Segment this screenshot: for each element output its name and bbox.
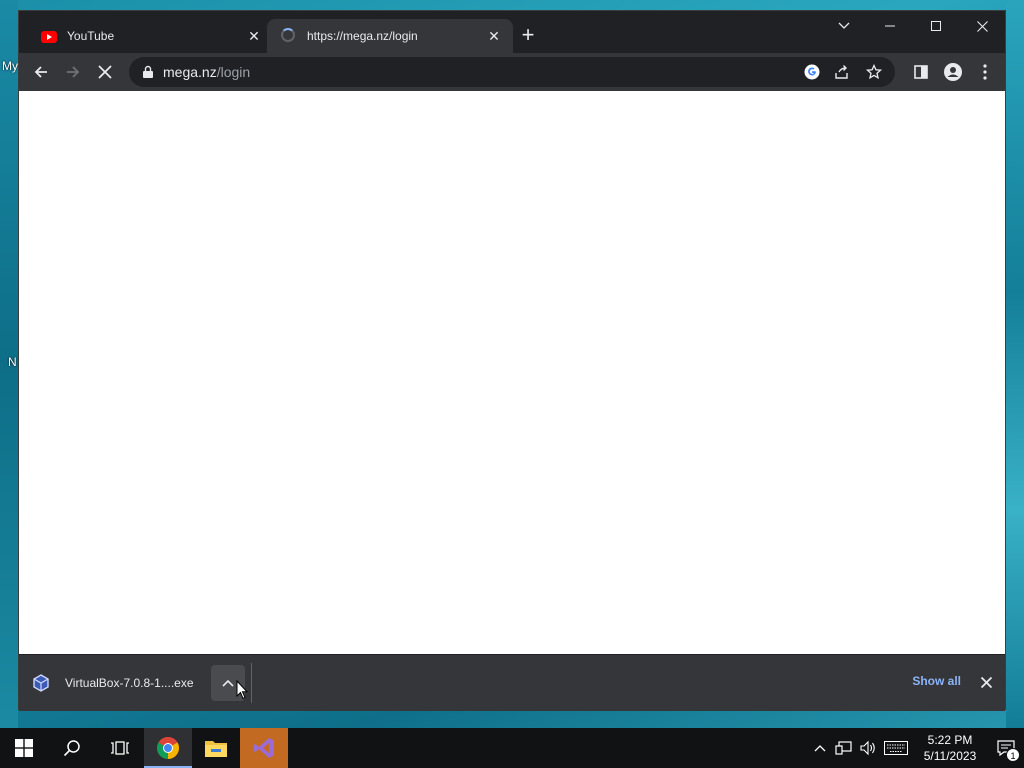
visual-studio-icon[interactable] (240, 728, 288, 768)
notification-count-badge: 1 (1006, 748, 1020, 762)
browser-toolbar: mega.nz/login (19, 53, 1005, 91)
show-hidden-icons-chevron-icon[interactable] (808, 728, 832, 768)
download-file-name: VirtualBox-7.0.8-1....exe (65, 676, 194, 690)
start-icon[interactable] (0, 728, 48, 768)
window-controls (821, 11, 1005, 41)
task-view-icon[interactable] (96, 728, 144, 768)
forward-button[interactable] (57, 56, 89, 88)
tab-title: https://mega.nz/login (307, 29, 418, 43)
download-shelf: VirtualBox-7.0.8-1....exe Show all (19, 654, 1005, 711)
lock-icon[interactable] (141, 65, 155, 79)
taskbar-clock[interactable]: 5:22 PM 5/11/2023 (912, 732, 988, 764)
tab-title: YouTube (67, 29, 115, 43)
close-tab-icon[interactable]: ✕ (245, 27, 263, 45)
more-menu-icon[interactable] (969, 56, 1001, 88)
back-button[interactable] (25, 56, 57, 88)
tab-strip: YouTube ✕ https://mega.nz/login ✕ + (19, 11, 1005, 53)
bookmark-star-icon[interactable] (861, 61, 887, 83)
new-tab-button[interactable]: + (517, 24, 539, 47)
close-tab-icon[interactable]: ✕ (485, 27, 503, 45)
desktop-background-right (1006, 0, 1024, 728)
download-item[interactable]: VirtualBox-7.0.8-1....exe (31, 663, 252, 703)
chrome-window: YouTube ✕ https://mega.nz/login ✕ + mega… (18, 10, 1006, 711)
google-icon[interactable] (801, 61, 823, 83)
mouse-cursor-icon (236, 680, 248, 700)
stop-loading-button[interactable] (89, 56, 121, 88)
notification-center-icon[interactable]: 1 (988, 728, 1024, 768)
show-all-downloads-link[interactable]: Show all (912, 674, 961, 688)
loading-spinner-icon (281, 28, 297, 44)
tab-mega-login[interactable]: https://mega.nz/login ✕ (267, 19, 513, 53)
tab-search-icon[interactable] (821, 11, 867, 41)
address-bar[interactable]: mega.nz/login (129, 57, 895, 87)
tab-youtube[interactable]: YouTube ✕ (27, 19, 273, 53)
close-download-shelf-button[interactable] (975, 671, 997, 693)
file-explorer-icon[interactable] (192, 728, 240, 768)
volume-icon[interactable] (856, 728, 880, 768)
clock-date: 5/11/2023 (923, 749, 977, 763)
profile-icon[interactable] (937, 56, 969, 88)
youtube-icon (41, 28, 57, 44)
maximize-button[interactable] (913, 11, 959, 41)
clock-time: 5:22 PM (927, 733, 973, 747)
virtualbox-file-icon (33, 674, 49, 692)
desktop-icon-label-n[interactable]: N (8, 355, 17, 369)
desktop-icon-label-my[interactable]: My (2, 59, 18, 73)
url-host: mega.nz (163, 64, 217, 80)
taskbar: 5:22 PM 5/11/2023 1 (0, 728, 1024, 768)
close-window-button[interactable] (959, 11, 1005, 41)
url-path: /login (216, 64, 251, 80)
chrome-icon[interactable] (144, 728, 192, 768)
minimize-button[interactable] (867, 11, 913, 41)
system-tray: 5:22 PM 5/11/2023 1 (808, 728, 1024, 768)
side-panel-icon[interactable] (905, 56, 937, 88)
chevron-up-icon (222, 679, 234, 687)
page-content[interactable] (19, 91, 1005, 654)
keyboard-icon[interactable] (880, 728, 912, 768)
network-icon[interactable] (832, 728, 856, 768)
download-separator (251, 663, 252, 703)
share-icon[interactable] (829, 61, 855, 83)
search-icon[interactable] (48, 728, 96, 768)
